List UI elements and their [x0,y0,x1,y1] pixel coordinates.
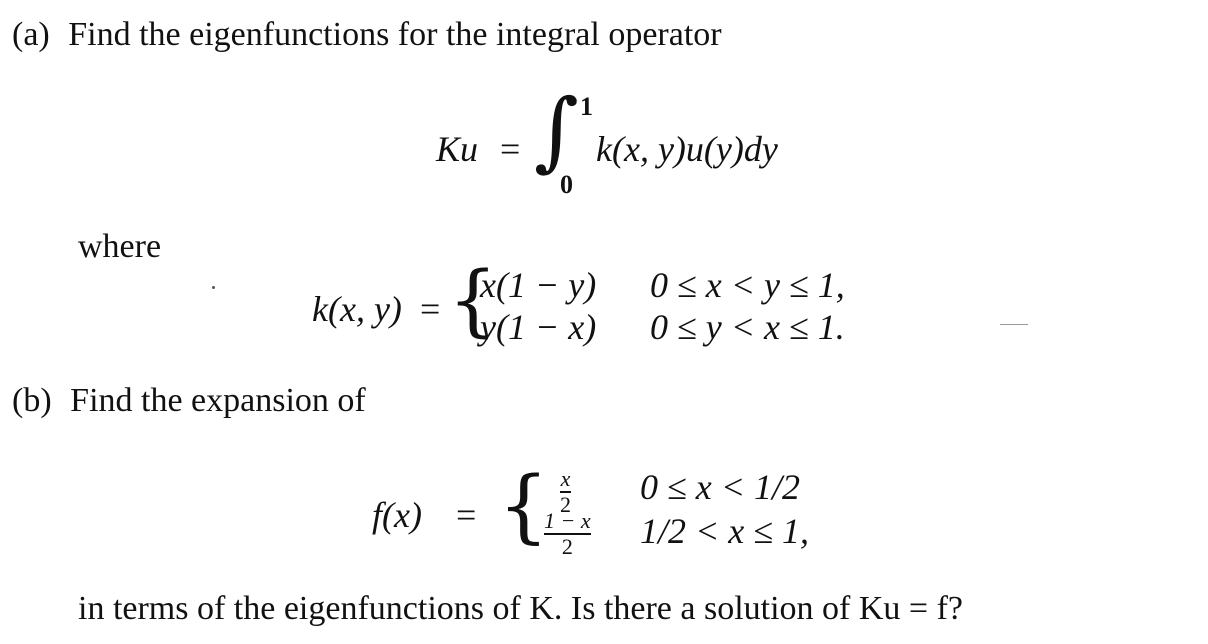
scan-speck [212,286,215,289]
left-brace-icon: { [498,459,549,552]
case-1-numerator: x [560,466,571,491]
integral-lower-limit: 0 [560,170,573,199]
part-a-heading: (a) Find the eigenfunctions for the inte… [12,16,722,54]
case-2-fraction: 1 − x 2 [544,510,591,558]
part-a-label: (a) [12,16,50,53]
part-b-label: (b) [12,382,52,419]
scan-mark [1000,324,1028,325]
operator-lhs: Ku [436,129,479,169]
kernel-case-2-expr: y(1 − x) [480,307,597,347]
closing-question: in terms of the eigenfunctions of K. Is … [78,590,964,627]
function-case-1-condition: 0 ≤ x < 1/2 [640,467,801,507]
integral-upper-limit: 1 [580,92,593,121]
integral-sign: ∫ [534,81,579,181]
case-2-numerator: 1 − x [544,508,591,533]
part-b-heading: (b) Find the expansion of [12,382,366,420]
operator-equals: = [500,129,521,169]
case-2-denominator: 2 [561,534,573,559]
kernel-lhs: k(x, y) [312,289,402,329]
kernel-equals: = [420,289,441,329]
function-lhs: f(x) [372,495,422,535]
operator-integrand: k(x, y)u(y)dy [596,129,778,169]
part-a-prompt: Find the eigenfunctions for the integral… [68,16,722,53]
kernel-case-1-condition: 0 ≤ x < y ≤ 1, [650,265,845,305]
function-equals: = [456,495,477,535]
kernel-case-2-condition: 0 ≤ y < x ≤ 1. [650,307,845,347]
where-label: where [78,228,162,265]
part-b-prompt: Find the expansion of [70,382,366,419]
function-case-2-condition: 1/2 < x ≤ 1, [640,511,810,551]
kernel-case-1-expr: x(1 − y) [480,265,597,305]
